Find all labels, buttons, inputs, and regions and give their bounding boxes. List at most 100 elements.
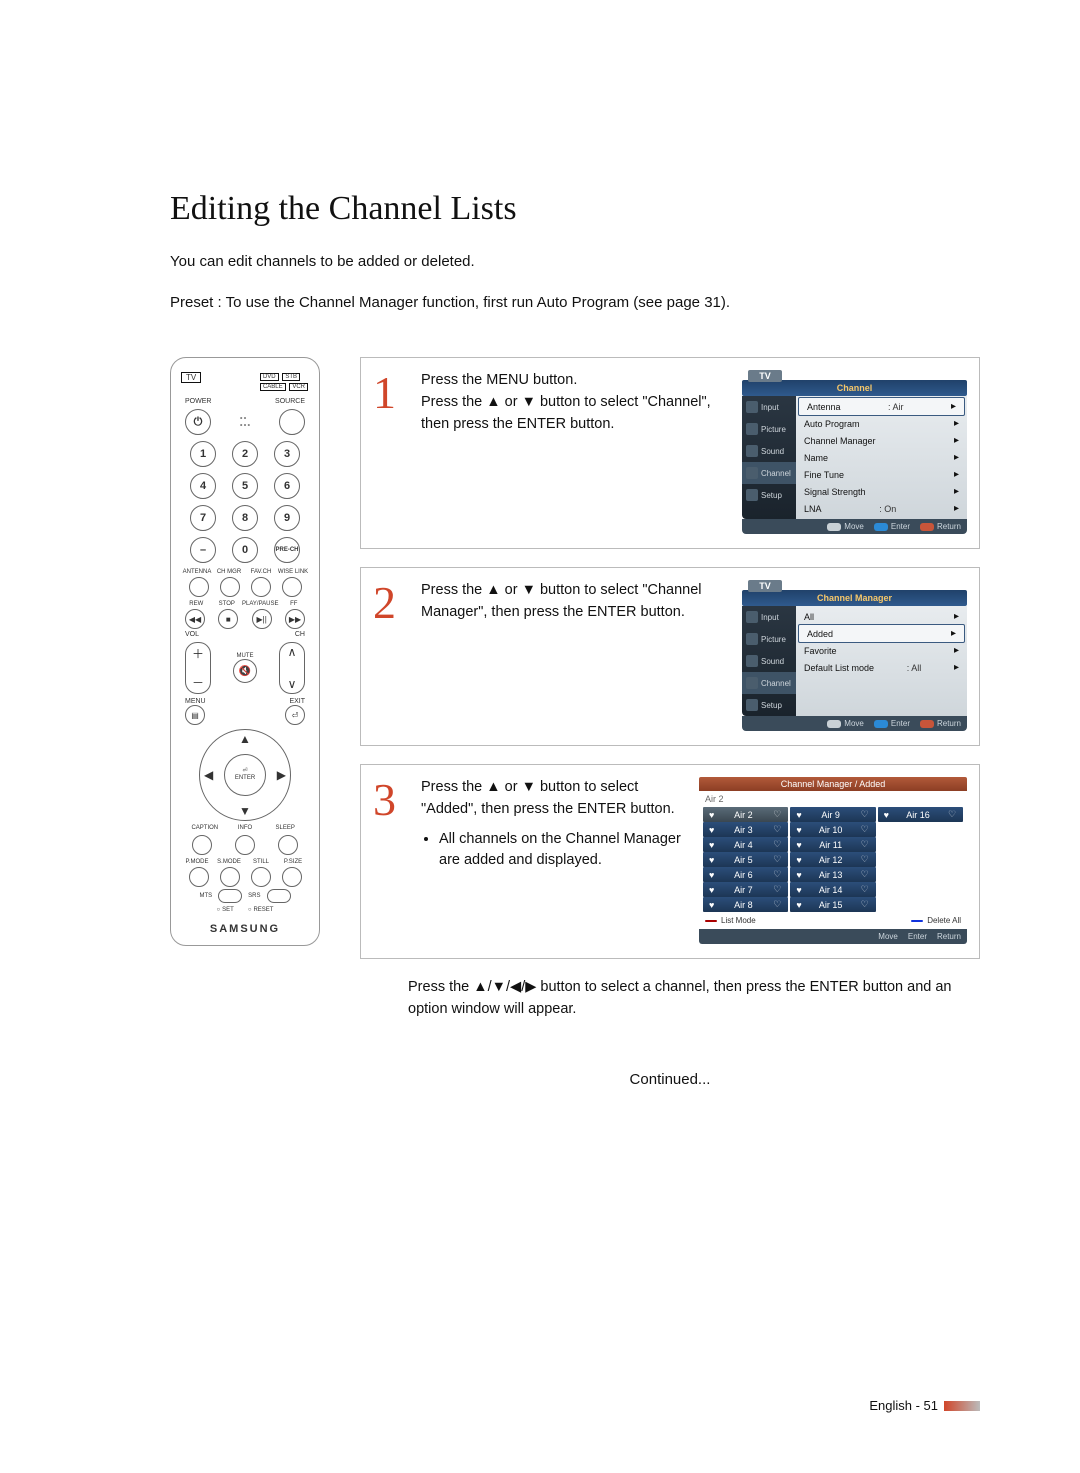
badge-dvd: DVD [260, 373, 279, 381]
num-1: 1 [190, 441, 216, 467]
ch-cell: ♥Air 6♡ [703, 867, 788, 882]
ch-cell: ♥Air 15♡ [790, 897, 875, 912]
hint-enter: Enter [874, 719, 910, 728]
exit-button: ⏎ [285, 705, 305, 725]
ch-cell: ♥Air 13♡ [790, 867, 875, 882]
continued-label: Continued... [360, 1071, 980, 1088]
srs-button [267, 889, 291, 903]
osd-opt-all: All▸ [796, 608, 967, 625]
label-chmgr: CH MGR [213, 569, 245, 575]
hint-return: Return [937, 932, 961, 941]
step-1: 1 Press the MENU button. Press the ▲ or … [360, 357, 980, 549]
hint-enter: Enter [908, 932, 927, 941]
num-8: 8 [232, 505, 258, 531]
badge-stb: STB [282, 373, 300, 381]
play-icon: ▶|| [252, 609, 272, 629]
label-antenna: ANTENNA [181, 569, 213, 575]
osd-opt-autoprogram: Auto Program▸ [796, 415, 967, 432]
setup-icon [746, 699, 758, 711]
osd-tab-picture: Picture [742, 418, 796, 440]
label-set: SET [217, 907, 234, 913]
chmgr-button [220, 577, 240, 597]
label-pmode: P.MODE [181, 859, 213, 865]
favch-button [251, 577, 271, 597]
menu-button: ▤ [185, 705, 205, 725]
osd-opt-default: Default List mode: All▸ [796, 659, 967, 676]
ch-cell: ♥Air 16♡ [878, 807, 963, 822]
hint-return: Return [920, 719, 961, 728]
osd-opt-lna: LNA: On▸ [796, 500, 967, 517]
source-button [279, 409, 305, 435]
arrow-up-icon: ▲ [239, 732, 251, 746]
osd-opt-finetune: Fine Tune▸ [796, 466, 967, 483]
sound-icon [746, 655, 758, 667]
chlist-current: Air 2 [699, 791, 967, 807]
wiselink-button [282, 577, 302, 597]
label-source: SOURCE [275, 398, 305, 405]
step-3-num: 3 [373, 777, 403, 823]
step-1-text: Press the MENU button. Press the ▲ or ▼ … [421, 370, 724, 435]
ch-cell: ♥Air 2♡ [703, 807, 788, 822]
label-ff: FF [278, 601, 309, 607]
label-mts: MTS [199, 893, 212, 899]
intro-line-1: You can edit channels to be added or del… [170, 248, 980, 277]
still-button [251, 867, 271, 887]
input-icon [746, 611, 758, 623]
osd-tab-sound: Sound [742, 650, 796, 672]
step-after-3: Press the ▲/▼/◀/▶ button to select a cha… [408, 977, 980, 1021]
step-1-num: 1 [373, 370, 403, 416]
psize-button [282, 867, 302, 887]
osd-tab-channel: Channel [742, 672, 796, 694]
badge-tv: TV [181, 372, 201, 383]
label-deleteall: Delete All [927, 916, 961, 925]
osd-opt-chanmgr: Channel Manager▸ [796, 432, 967, 449]
num-3: 3 [274, 441, 300, 467]
hint-move: Move [878, 932, 898, 941]
osd-tab-setup: Setup [742, 484, 796, 506]
step-2-num: 2 [373, 580, 403, 626]
step-3-bullet: All channels on the Channel Manager are … [439, 829, 681, 873]
num-5: 5 [232, 473, 258, 499]
input-icon [746, 401, 758, 413]
picture-icon [746, 423, 758, 435]
dash-button: – [190, 537, 216, 563]
osd-tab-sound: Sound [742, 440, 796, 462]
label-play: PLAY/PAUSE [242, 601, 278, 607]
ch-cell: ♥Air 8♡ [703, 897, 788, 912]
label-favch: FAV.CH [245, 569, 277, 575]
osd-tab-input: Input [742, 396, 796, 418]
arrow-down-icon: ▼ [239, 804, 251, 818]
vol-rocker: ＋－ [185, 642, 211, 694]
intro-line-2: Preset : To use the Channel Manager func… [170, 289, 980, 318]
label-stop: STOP [212, 601, 243, 607]
osd-header: Channel [742, 380, 967, 396]
osd-tv-tag: TV [748, 370, 782, 382]
page-title: Editing the Channel Lists [170, 190, 980, 228]
label-reset: RESET [248, 907, 274, 913]
caption-button [192, 835, 212, 855]
osd-opt-added: Added▸ [798, 624, 965, 643]
ch-rocker: ∧∨ [279, 642, 305, 694]
hint-move: Move [827, 719, 864, 728]
chlist-header: Channel Manager / Added [699, 777, 967, 791]
label-srs: SRS [248, 893, 260, 899]
label-vol: VOL [185, 631, 199, 638]
setup-icon [746, 489, 758, 501]
label-still: STILL [245, 859, 277, 865]
step-2: 2 Press the ▲ or ▼ button to select "Cha… [360, 567, 980, 746]
label-exit: EXIT [289, 698, 305, 705]
osd-opt-antenna: Antenna: Air▸ [798, 397, 965, 416]
num-9: 9 [274, 505, 300, 531]
ch-cell: ♥Air 5♡ [703, 852, 788, 867]
arrow-left-icon: ◀ [204, 768, 213, 782]
page-number: English - 51 [869, 1398, 938, 1413]
num-4: 4 [190, 473, 216, 499]
prech-button: PRE-CH [274, 537, 300, 563]
pmode-button [189, 867, 209, 887]
picture-icon [746, 633, 758, 645]
arrow-right-icon: ▶ [277, 768, 286, 782]
page-number-decoration [944, 1401, 980, 1411]
label-info: INFO [225, 825, 265, 831]
label-listmode: List Mode [721, 916, 756, 925]
ch-cell: ♥Air 11♡ [790, 837, 875, 852]
